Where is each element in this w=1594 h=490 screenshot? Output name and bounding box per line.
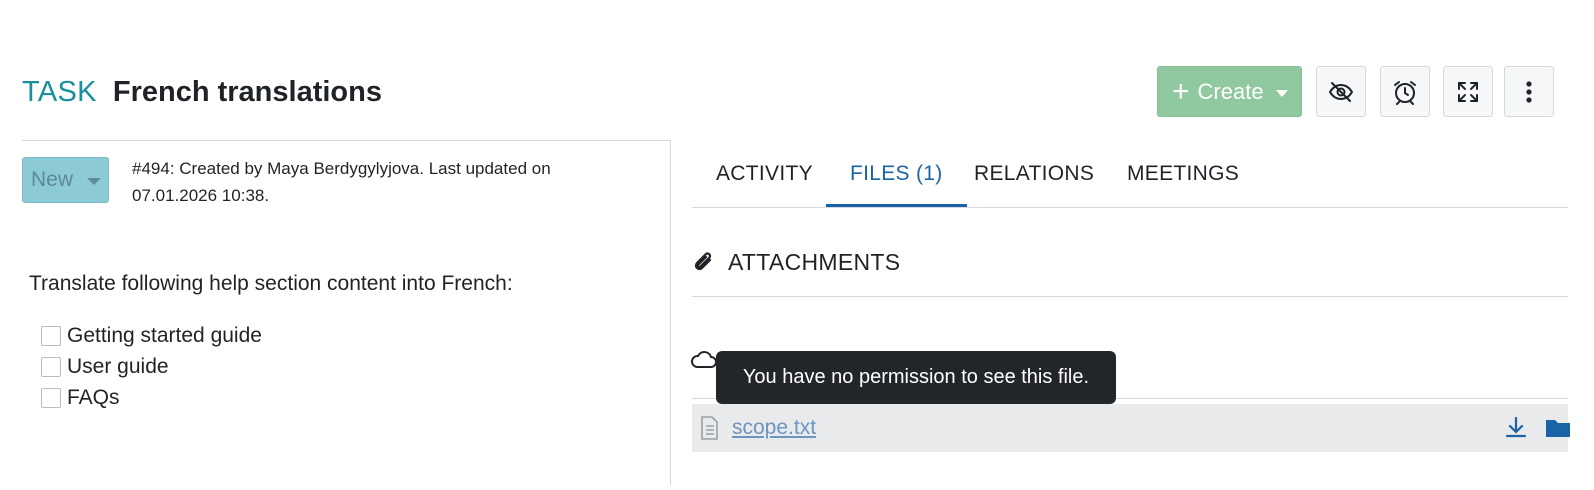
file-row: scope.txt [692, 404, 1570, 452]
folder-icon[interactable] [1544, 416, 1572, 440]
checkbox[interactable] [41, 325, 61, 346]
status-button[interactable]: New [22, 157, 109, 203]
tab-bar: ACTIVITY FILES (1) RELATIONS MEETINGS [692, 148, 1568, 208]
checklist-item-label: User guide [67, 354, 169, 378]
work-package-meta: #494: Created by Maya Berdygylyjova. Las… [132, 159, 551, 205]
more-actions-button[interactable] [1504, 66, 1554, 117]
alarm-clock-icon [1394, 80, 1416, 105]
tab-files[interactable]: FILES (1) [826, 148, 967, 207]
file-link[interactable]: scope.txt [732, 416, 816, 440]
checkbox[interactable] [41, 356, 61, 377]
cloud-icon [691, 351, 717, 368]
reminder-button[interactable] [1380, 66, 1430, 117]
checklist-item: User guide [41, 351, 262, 382]
status-label: New [31, 168, 74, 191]
unwatch-button[interactable] [1316, 66, 1366, 117]
description-intro: Translate following help section content… [29, 272, 513, 295]
attachments-header: ATTACHMENTS [692, 245, 1568, 297]
checklist-item: Getting started guide [41, 320, 262, 351]
checkbox[interactable] [41, 387, 61, 408]
tab-relations[interactable]: RELATIONS [950, 148, 1118, 207]
plus-icon: + [1172, 74, 1190, 108]
create-button-label: Create [1197, 78, 1264, 104]
expand-icon [1458, 81, 1478, 102]
paperclip-icon [694, 251, 712, 270]
eye-slash-icon [1328, 81, 1354, 102]
checklist-item: FAQs [41, 382, 262, 413]
caret-down-icon [87, 177, 102, 185]
fullscreen-button[interactable] [1443, 66, 1493, 117]
page-title: TASK French translations [22, 74, 382, 110]
download-icon[interactable] [1504, 415, 1528, 441]
more-vertical-icon [1526, 80, 1532, 103]
checklist-item-label: FAQs [67, 385, 120, 409]
create-button[interactable]: + Create [1157, 66, 1302, 117]
description-checklist: Getting started guide User guide FAQs [41, 320, 262, 413]
pane-divider [670, 140, 671, 485]
caret-down-icon [1275, 89, 1288, 97]
work-package-type: TASK [22, 76, 97, 108]
tab-activity[interactable]: ACTIVITY [692, 148, 837, 207]
file-text-icon [701, 416, 718, 440]
header-divider [22, 140, 670, 141]
tooltip: You have no permission to see this file. [716, 351, 1116, 404]
checklist-item-label: Getting started guide [67, 323, 262, 347]
work-package-subject[interactable]: French translations [113, 76, 382, 108]
attachments-title: ATTACHMENTS [728, 249, 901, 275]
tab-meetings[interactable]: MEETINGS [1103, 148, 1263, 207]
